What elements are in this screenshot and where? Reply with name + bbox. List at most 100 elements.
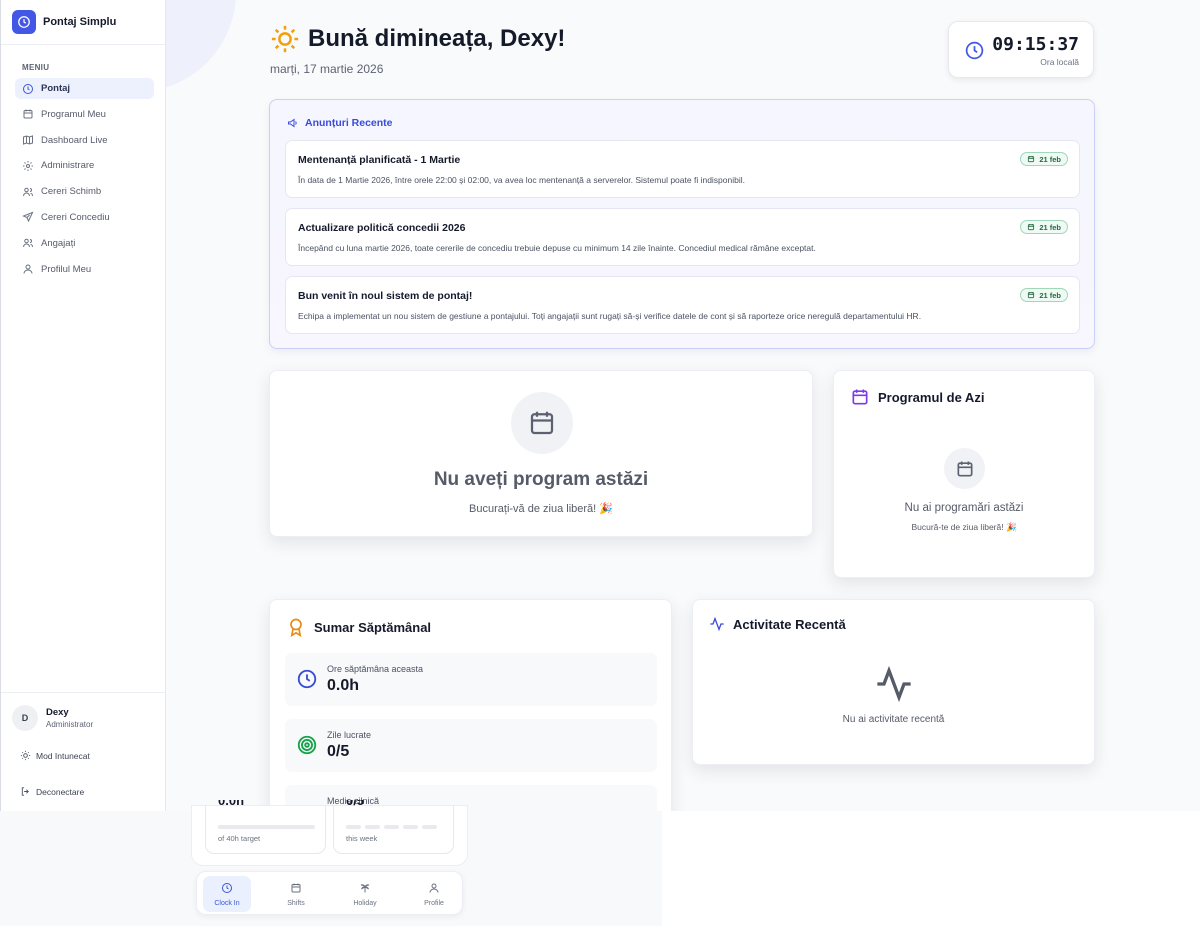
megaphone-icon [288, 118, 297, 128]
tab-profile[interactable]: Profile [410, 876, 458, 912]
clock-time: 09:15:37 [992, 34, 1079, 55]
today-program-card: Programul de Azi Nu ai programări astăzi… [833, 370, 1095, 578]
calendar-icon [852, 389, 868, 405]
announcement-item[interactable]: Mentenanță planificată - 1 Martie În dat… [285, 140, 1080, 198]
date-badge: 21 feb [1020, 220, 1068, 234]
sidebar-item-administrare[interactable]: Administrare [15, 155, 154, 176]
date-badge: 21 feb [1020, 152, 1068, 166]
clock-label: Ora locală [1040, 57, 1079, 67]
user-info: D Dexy Administrator [12, 705, 93, 731]
today-program-title: Programul de Azi [850, 387, 984, 407]
no-program-subtitle: Bucurați-vă de ziua liberă! 🎉 [469, 503, 613, 515]
mobile-tab-bar: Clock In Shifts Holiday Profile [196, 871, 463, 915]
calendar-icon [1028, 224, 1035, 231]
recent-activity-empty: Nu ai activitate recentă [842, 714, 945, 725]
mobile-hours-card: 0.0h of 40h target [205, 800, 326, 854]
mobile-days-value: 0/5 [346, 800, 365, 808]
announcements-panel: Anunțuri Recente Mentenanță planificată … [269, 99, 1095, 349]
sidebar-item-angajati[interactable]: Angajați [15, 233, 154, 254]
announcement-title: Mentenanță planificată - 1 Martie [298, 154, 461, 166]
sidebar-item-pontaj[interactable]: Pontaj [15, 78, 154, 99]
stat-days: Zile lucrate 0/5 [285, 719, 657, 772]
logout-icon [21, 787, 29, 796]
dark-mode-toggle[interactable]: Mod Intunecat [20, 750, 90, 761]
sidebar-item-label: Dashboard Live [41, 134, 108, 146]
sun-icon [271, 25, 299, 53]
announcements-title: Anunțuri Recente [287, 117, 393, 129]
day-segment [346, 825, 361, 829]
tab-clock-in[interactable]: Clock In [203, 876, 251, 912]
calendar-icon [1028, 156, 1035, 163]
brand[interactable]: Pontaj Simplu [1, 0, 165, 45]
stat-value: 0.0h [327, 677, 360, 694]
calendar-icon [23, 109, 33, 119]
clock-icon [222, 883, 232, 893]
menu-title: MENIU [22, 63, 50, 72]
announcement-text: În data de 1 Martie 2026, între orele 22… [298, 175, 745, 185]
sidebar-item-cereri-concediu[interactable]: Cereri Concediu [15, 207, 154, 228]
brand-name: Pontaj Simplu [43, 16, 117, 28]
mobile-days-card: 0/5 this week [333, 800, 454, 854]
page-title: Bună dimineața, Dexy! [308, 25, 566, 52]
mobile-hours-value: 0.0h [218, 800, 245, 808]
decorative-blob [166, 0, 236, 92]
logout-label: Deconectare [36, 786, 85, 797]
day-segment [365, 825, 380, 829]
mobile-hours-caption: of 40h target [218, 834, 261, 843]
dark-mode-label: Mod Intunecat [36, 750, 90, 761]
palm-tree-icon [360, 884, 370, 893]
sidebar-item-label: Programul Meu [41, 108, 106, 120]
sidebar-item-dashboard-live[interactable]: Dashboard Live [15, 130, 154, 151]
user-name: Dexy [46, 707, 69, 718]
calendar-icon [511, 392, 573, 454]
tab-shifts[interactable]: Shifts [272, 876, 320, 912]
sidebar-footer: D Dexy Administrator Mod Intunecat Decon… [1, 692, 166, 797]
activity-icon [710, 616, 724, 632]
clock-icon [23, 83, 33, 94]
sidebar-item-profilul-meu[interactable]: Profilul Meu [15, 259, 154, 280]
sidebar-item-programul-meu[interactable]: Programul Meu [15, 104, 154, 125]
main-content: Bună dimineața, Dexy! marți, 17 martie 2… [166, 0, 1200, 811]
clock-card: 09:15:37 Ora locală [948, 21, 1094, 78]
no-program-title: Nu aveți program astăzi [433, 469, 649, 490]
plane-icon [22, 212, 34, 223]
stat-label: Zile lucrate [327, 730, 372, 740]
mobile-days-caption: this week [346, 834, 378, 843]
sidebar-item-label: Pontaj [41, 83, 71, 94]
user-icon [23, 264, 33, 274]
logout-button[interactable]: Deconectare [20, 786, 84, 797]
award-icon [290, 618, 302, 638]
sidebar-item-label: Administrare [41, 160, 95, 172]
stat-hours: Ore săptămâna aceasta 0.0h [285, 653, 657, 706]
stat-label: Ore săptămâna aceasta [327, 664, 424, 674]
target-icon [297, 735, 317, 755]
day-segment [403, 825, 418, 829]
calendar-icon [291, 883, 301, 893]
announcement-text: Echipa a implementat un nou sistem de ge… [298, 311, 922, 321]
current-date: marți, 17 martie 2026 [270, 62, 384, 76]
tab-holiday[interactable]: Holiday [341, 876, 389, 912]
sidebar-nav: Pontaj Programul Meu Dashboard Live Admi… [15, 78, 154, 284]
date-badge: 21 feb [1020, 288, 1068, 302]
day-segment [422, 825, 437, 829]
announcement-item[interactable]: Bun venit în noul sistem de pontaj! Echi… [285, 276, 1080, 334]
recent-activity-card: Activitate Recentă Nu ai activitate rece… [692, 599, 1095, 765]
today-program-empty-sub: Bucură-te de ziua liberă! 🎉 [911, 522, 1017, 532]
user-role: Administrator [46, 720, 94, 729]
today-program-empty: Nu ai programări astăzi [904, 502, 1024, 514]
sidebar-item-label: Cereri Schimb [41, 186, 102, 198]
users-icon [23, 187, 33, 196]
greeting: Bună dimineața, Dexy! [270, 24, 565, 54]
calendar-icon [1028, 292, 1035, 299]
map-icon [23, 135, 33, 145]
user-icon [429, 883, 439, 893]
sidebar: Pontaj Simplu MENIU Pontaj Programul Meu… [0, 0, 166, 811]
sun-icon [20, 750, 31, 761]
stat-value: 0/5 [327, 743, 350, 760]
announcement-item[interactable]: Actualizare politică concedii 2026 Încep… [285, 208, 1080, 266]
recent-activity-title: Activitate Recentă [709, 616, 846, 632]
sidebar-item-cereri-schimb[interactable]: Cereri Schimb [15, 181, 154, 202]
clock-icon [965, 41, 984, 60]
day-segment [384, 825, 399, 829]
avatar: D [12, 705, 38, 731]
